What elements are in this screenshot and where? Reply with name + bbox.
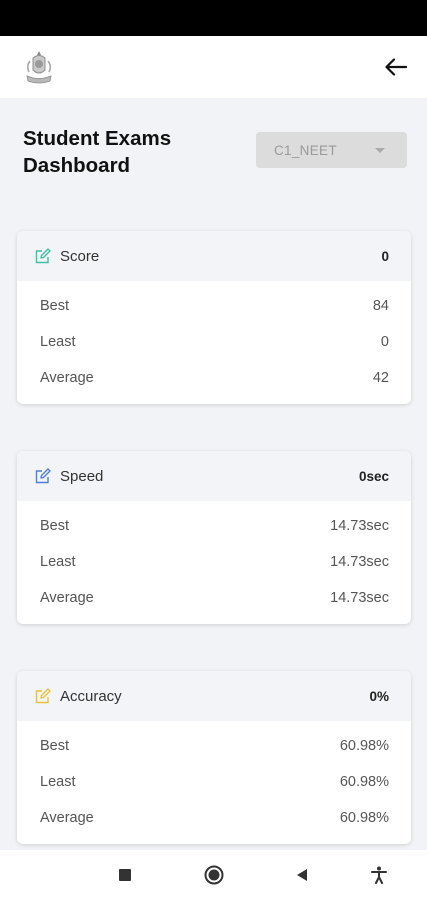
- stat-value: 60.98%: [339, 810, 389, 826]
- home-button[interactable]: [203, 865, 225, 885]
- stat-label: Least: [40, 774, 76, 790]
- system-nav-bar: [0, 850, 427, 900]
- stat-row-average: Average 60.98%: [40, 800, 389, 836]
- back-nav-button[interactable]: [291, 865, 313, 885]
- stat-row-average: Average 42: [40, 360, 389, 396]
- card-total: 0: [381, 248, 389, 264]
- card-total: 0sec: [358, 468, 389, 484]
- stop-square-icon: [119, 869, 131, 881]
- stat-value: 14.73sec: [330, 590, 389, 606]
- stat-label: Best: [40, 738, 70, 754]
- exam-select-dropdown[interactable]: C1_NEET: [256, 132, 407, 168]
- stat-row-least: Least 0: [40, 324, 389, 360]
- accessibility-button[interactable]: [368, 865, 390, 885]
- dashboard-header: Student Exams Dashboard C1_NEET: [0, 98, 427, 218]
- stat-label: Average: [40, 590, 94, 606]
- card-header: Speed 0sec: [17, 451, 411, 501]
- stat-value: 42: [372, 370, 389, 386]
- stat-label: Least: [40, 334, 76, 350]
- card-title: Accuracy: [60, 687, 122, 705]
- card-title: Score: [60, 247, 100, 265]
- stat-label: Least: [40, 554, 76, 570]
- stat-value: 84: [372, 298, 389, 314]
- stat-row-least: Least 14.73sec: [40, 544, 389, 580]
- status-bar: [0, 0, 427, 36]
- card-body: Best 60.98% Least 60.98% Average 60.98%: [17, 721, 411, 844]
- card-header: Score 0: [17, 231, 411, 281]
- back-triangle-icon: [297, 869, 307, 881]
- edit-square-icon: [35, 688, 51, 704]
- page-title-line2: Dashboard: [23, 154, 131, 177]
- stat-value: 14.73sec: [330, 554, 389, 570]
- accessibility-icon: [371, 866, 387, 884]
- card-total: 0%: [369, 688, 389, 704]
- school-logo: [24, 50, 54, 84]
- stat-label: Best: [40, 298, 70, 314]
- stat-value: 14.73sec: [330, 518, 389, 534]
- edit-square-icon: [35, 248, 51, 264]
- card-title: Speed: [60, 467, 104, 485]
- card-header: Accuracy 0%: [17, 671, 411, 721]
- home-circle-icon: [204, 865, 224, 885]
- stat-row-best: Best 14.73sec: [40, 508, 389, 544]
- edit-square-icon: [35, 468, 51, 484]
- stat-row-best: Best 60.98%: [40, 728, 389, 764]
- score-card: Score 0 Best 84 Least 0 Average 42: [17, 231, 411, 404]
- stat-label: Average: [40, 810, 94, 826]
- arrow-left-icon: [385, 58, 407, 76]
- app-bar: [0, 36, 427, 98]
- speed-card: Speed 0sec Best 14.73sec Least 14.73sec Av…: [17, 451, 411, 624]
- chevron-down-icon: [375, 148, 385, 153]
- stat-label: Average: [40, 370, 94, 386]
- exam-select-value: C1_NEET: [274, 142, 337, 158]
- stat-value: 60.98%: [339, 738, 389, 754]
- page-title-line1: Student Exams: [23, 127, 172, 150]
- stat-label: Best: [40, 518, 70, 534]
- recent-apps-button[interactable]: [114, 865, 136, 885]
- card-body: Best 84 Least 0 Average 42: [17, 281, 411, 404]
- back-button[interactable]: [381, 52, 411, 82]
- card-body: Best 14.73sec Least 14.73sec Average 14.73s…: [17, 501, 411, 624]
- stat-row-average: Average 14.73sec: [40, 580, 389, 616]
- stat-value: 60.98%: [339, 774, 389, 790]
- page-title: Student Exams Dashboard: [23, 125, 223, 179]
- stat-value: 0: [380, 334, 389, 350]
- stat-row-least: Least 60.98%: [40, 764, 389, 800]
- accuracy-card: Accuracy 0% Best 60.98% Least 60.98% Avera…: [17, 671, 411, 844]
- stat-row-best: Best 84: [40, 288, 389, 324]
